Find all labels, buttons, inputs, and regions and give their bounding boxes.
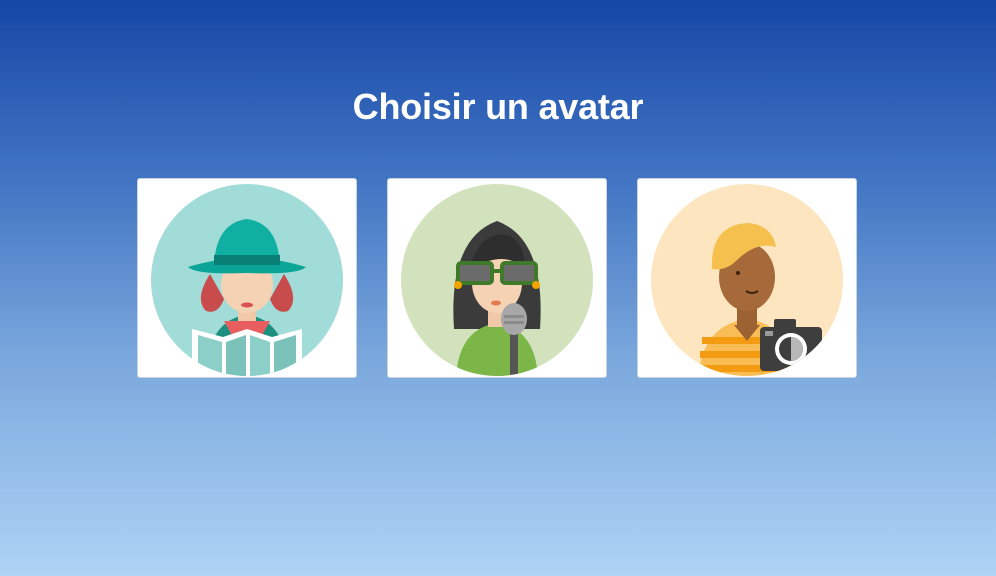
avatar-option-traveler[interactable] xyxy=(137,178,357,378)
avatar-options xyxy=(137,178,857,378)
avatar-option-photographer[interactable] xyxy=(637,178,857,378)
avatar-option-singer[interactable] xyxy=(387,178,607,378)
traveler-avatar-icon xyxy=(151,184,343,376)
photographer-avatar-icon xyxy=(651,184,843,376)
singer-avatar-icon xyxy=(401,184,593,376)
page-title: Choisir un avatar xyxy=(352,86,644,127)
